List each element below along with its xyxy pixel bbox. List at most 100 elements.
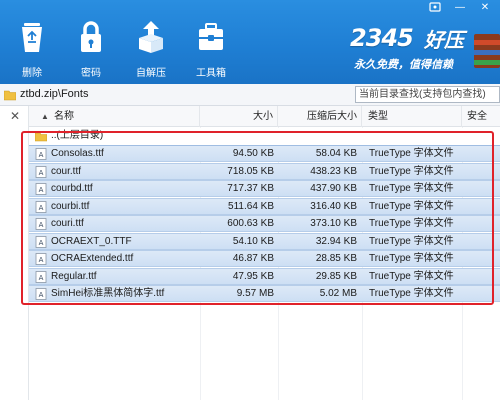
svg-text:A: A bbox=[39, 239, 44, 247]
file-type: TrueType 字体文件 bbox=[369, 200, 454, 212]
svg-text:A: A bbox=[39, 151, 44, 159]
file-size: 600.63 KB bbox=[227, 218, 274, 229]
svg-text:A: A bbox=[39, 221, 44, 229]
file-compressed-size: 58.04 KB bbox=[315, 148, 357, 159]
column-header-compressed-size[interactable]: 压缩后大小 bbox=[278, 106, 362, 127]
brand-logo: 2345 好压 永久免费，值得信赖 bbox=[346, 22, 468, 78]
font-file-icon: A bbox=[35, 218, 47, 230]
file-size: 511.64 KB bbox=[228, 200, 274, 212]
main-toolbar: — ✕ 删除 密码 自解压 工具箱 2345 好压 永久免费，值得信赖 bbox=[0, 0, 500, 84]
file-name: courbd.ttf bbox=[51, 183, 93, 194]
file-type: TrueType 字体文件 bbox=[369, 270, 454, 282]
close-window-button[interactable]: ✕ bbox=[476, 1, 494, 15]
list-header: ▲ 名称 大小 压缩后大小 类型 安全 bbox=[29, 106, 500, 127]
column-header-name[interactable]: ▲ 名称 bbox=[29, 106, 200, 127]
address-bar: ztbd.zip\Fonts bbox=[0, 84, 500, 106]
column-name-label: 名称 bbox=[54, 111, 74, 122]
folder-icon bbox=[4, 90, 16, 101]
file-size: 94.50 KB bbox=[232, 148, 274, 159]
file-row[interactable]: A OCRAExtended.ttf 46.87 KB 28.85 KB TrueTyp… bbox=[29, 250, 500, 267]
file-row[interactable]: Acourbd.ttf 717.37 KB 437.90 KB TrueType 字体… bbox=[29, 180, 500, 197]
file-size: 9.57 MB bbox=[236, 288, 274, 299]
toolbox-icon bbox=[199, 23, 223, 50]
file-name: cour.ttf bbox=[51, 165, 82, 177]
password-button[interactable]: 密码 bbox=[68, 20, 114, 79]
file-compressed-size: 5.02 MB bbox=[319, 288, 357, 299]
brand-slogan: 永久免费，值得信赖 bbox=[354, 58, 453, 71]
brand-number: 2345 bbox=[350, 24, 414, 52]
font-file-icon: A bbox=[35, 288, 47, 300]
file-compressed-size: 437.90 KB bbox=[310, 183, 357, 194]
file-compressed-size: 373.10 KB bbox=[310, 218, 357, 229]
box-upload-icon bbox=[139, 21, 163, 53]
recycle-bin-icon bbox=[22, 23, 42, 52]
column-header-type[interactable]: 类型 bbox=[362, 106, 462, 127]
parent-directory-row[interactable]: ..(上层目录) bbox=[29, 128, 500, 145]
font-file-icon: A bbox=[35, 235, 47, 248]
self-extract-button[interactable]: 自解压 bbox=[128, 20, 174, 79]
file-size: 718.05 KB bbox=[227, 165, 274, 177]
file-type: TrueType 字体文件 bbox=[369, 218, 454, 229]
user-icon[interactable] bbox=[426, 1, 444, 15]
file-name: OCRAExtended.ttf bbox=[51, 253, 134, 264]
file-list: ▲ 名称 大小 压缩后大小 类型 安全 ..(上层目录) A Consolas.t… bbox=[29, 106, 500, 400]
close-pane-icon[interactable]: ✕ bbox=[10, 109, 20, 123]
font-file-icon: A bbox=[35, 253, 47, 265]
svg-text:A: A bbox=[39, 204, 44, 212]
search-input[interactable] bbox=[356, 87, 499, 102]
file-compressed-size: 32.94 KB bbox=[315, 235, 357, 247]
delete-label: 删除 bbox=[22, 68, 42, 79]
parent-directory-label: ..(上层目录) bbox=[51, 130, 104, 141]
lock-icon bbox=[81, 21, 101, 52]
file-name: couri.ttf bbox=[51, 218, 84, 229]
file-row[interactable]: A SimHei标准黑体简体字.ttf 9.57 MB 5.02 MB TrueType… bbox=[29, 285, 500, 302]
svg-text:A: A bbox=[39, 256, 44, 264]
self-extract-label: 自解压 bbox=[136, 68, 166, 79]
svg-text:A: A bbox=[39, 274, 44, 282]
file-name: OCRAEXT_0.TTF bbox=[51, 235, 132, 247]
left-sidebar: ✕ bbox=[0, 106, 29, 400]
brand-name: 好压 bbox=[424, 28, 464, 52]
file-type: TrueType 字体文件 bbox=[369, 235, 454, 247]
address-path[interactable]: ztbd.zip\Fonts bbox=[20, 88, 88, 100]
file-size: 54.10 KB bbox=[232, 235, 274, 247]
file-row[interactable]: Acourbi.ttf 511.64 KB 316.40 KB TrueType 字体… bbox=[29, 197, 500, 215]
font-file-icon: A bbox=[35, 165, 47, 178]
file-row[interactable]: Acour.ttf 718.05 KB 438.23 KB TrueType 字体文件 bbox=[29, 162, 500, 180]
column-header-size[interactable]: 大小 bbox=[200, 106, 278, 127]
toolbox-label: 工具箱 bbox=[196, 68, 226, 79]
file-compressed-size: 438.23 KB bbox=[310, 165, 357, 177]
file-row[interactable]: A Consolas.ttf 94.50 KB 58.04 KB TrueType 字体… bbox=[29, 145, 500, 162]
file-type: TrueType 字体文件 bbox=[369, 148, 454, 159]
folder-up-icon bbox=[35, 132, 47, 142]
column-header-security[interactable]: 安全 bbox=[462, 106, 500, 127]
file-type: TrueType 字体文件 bbox=[369, 253, 454, 264]
file-compressed-size: 29.85 KB bbox=[315, 270, 357, 282]
search-box[interactable] bbox=[355, 86, 500, 103]
file-compressed-size: 316.40 KB bbox=[310, 200, 357, 212]
file-compressed-size: 28.85 KB bbox=[315, 253, 357, 264]
file-name: Regular.ttf bbox=[51, 270, 97, 282]
file-row[interactable]: A Regular.ttf 47.95 KB 29.85 KB TrueType 字体文… bbox=[29, 267, 500, 285]
svg-text:A: A bbox=[39, 169, 44, 177]
file-name: courbi.ttf bbox=[51, 200, 90, 212]
minimize-button[interactable]: — bbox=[451, 1, 469, 15]
font-file-icon: A bbox=[35, 148, 47, 160]
font-file-icon: A bbox=[35, 270, 47, 283]
file-name: Consolas.ttf bbox=[51, 148, 104, 159]
svg-text:A: A bbox=[39, 186, 44, 194]
file-type: TrueType 字体文件 bbox=[369, 288, 454, 299]
font-file-icon: A bbox=[35, 200, 47, 213]
file-size: 46.87 KB bbox=[232, 253, 274, 264]
file-size: 47.95 KB bbox=[232, 270, 274, 282]
file-row[interactable]: A OCRAEXT_0.TTF 54.10 KB 32.94 KB TrueType 字… bbox=[29, 232, 500, 250]
file-row[interactable]: Acouri.ttf 600.63 KB 373.10 KB TrueType 字体文… bbox=[29, 215, 500, 232]
file-type: TrueType 字体文件 bbox=[369, 183, 454, 194]
file-type: TrueType 字体文件 bbox=[369, 165, 454, 177]
archive-box-logo-icon bbox=[474, 34, 500, 68]
delete-button[interactable]: 删除 bbox=[9, 20, 55, 79]
toolbox-button[interactable]: 工具箱 bbox=[188, 20, 234, 79]
font-file-icon: A bbox=[35, 183, 47, 195]
sort-up-icon: ▲ bbox=[41, 112, 49, 121]
password-label: 密码 bbox=[81, 68, 101, 79]
